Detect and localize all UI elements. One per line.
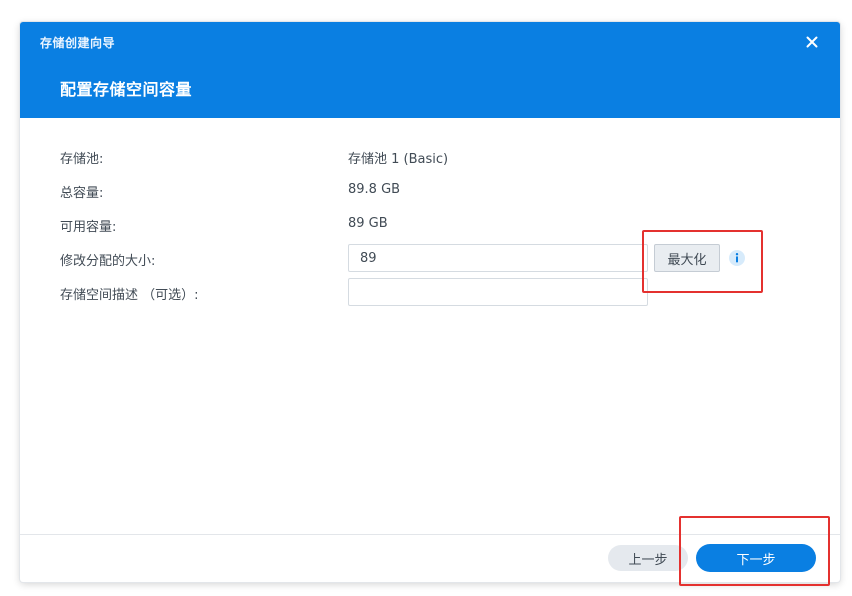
storage-pool-label: 存储池: [60,152,104,167]
row-total-capacity: 总容量: 89.8 GB [60,176,800,204]
row-allocated-size: 修改分配的大小: 最大化 [60,244,800,272]
info-icon[interactable] [728,249,746,267]
dialog-header: 存储创建向导 配置存储空间容量 [20,22,840,118]
total-capacity-label: 总容量: [60,186,104,201]
page-title: 配置存储空间容量 [60,80,193,99]
footer-divider [20,534,840,535]
row-storage-pool: 存储池: 存储池 1 (Basic) [60,142,800,170]
allocated-size-input[interactable] [348,244,648,272]
close-icon[interactable] [802,32,822,52]
maximize-button[interactable]: 最大化 [654,244,720,272]
allocated-size-label: 修改分配的大小: [60,254,156,269]
total-capacity-value: 89.8 GB [348,182,401,197]
available-capacity-value: 89 GB [348,216,388,231]
description-label: 存储空间描述 （可选）: [60,288,199,303]
storage-wizard-dialog: 存储创建向导 配置存储空间容量 存储池: 存储池 1 (Basic) 总容量: … [20,22,840,582]
storage-pool-value: 存储池 1 (Basic) [348,152,449,167]
previous-button[interactable]: 上一步 [608,545,688,571]
available-capacity-label: 可用容量: [60,220,117,235]
row-description: 存储空间描述 （可选）: [60,278,800,306]
row-available-capacity: 可用容量: 89 GB [60,210,800,238]
window-title: 存储创建向导 [40,36,116,50]
description-input[interactable] [348,278,648,306]
screen: 存储创建向导 配置存储空间容量 存储池: 存储池 1 (Basic) 总容量: … [0,0,852,596]
next-button[interactable]: 下一步 [696,544,816,572]
